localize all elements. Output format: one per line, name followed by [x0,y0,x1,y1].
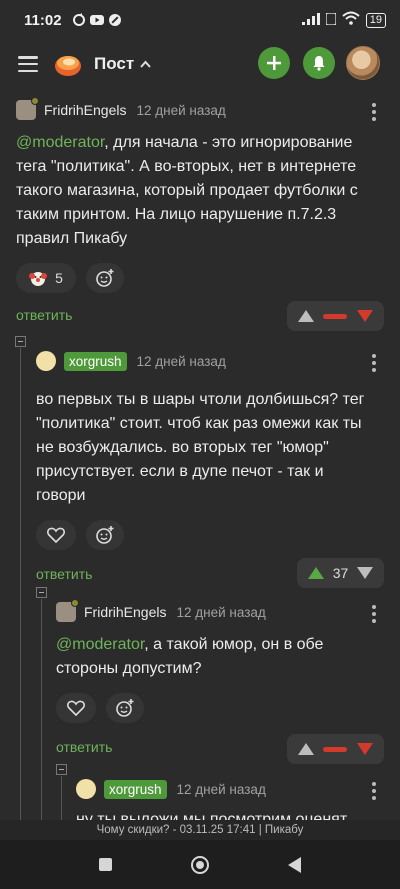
system-nav-bar [0,840,400,889]
mention-link[interactable]: @moderator [56,636,144,653]
recents-button[interactable] [99,858,113,871]
upvote-button[interactable] [307,567,324,579]
add-reaction-button[interactable] [86,520,124,550]
avatar[interactable] [56,599,79,622]
comment-text: @moderator, для начала - это игнорирован… [16,134,358,247]
hd-icon [325,11,337,29]
vote-score: 37 [332,565,349,581]
heart-icon [67,700,85,716]
avatar[interactable] [76,779,96,799]
vote-box [287,301,384,331]
more-options-icon[interactable] [372,782,376,800]
add-emoji-icon [96,269,114,287]
vote-box [287,734,384,764]
like-button[interactable] [36,520,76,550]
add-reaction-button[interactable] [106,693,144,723]
collapse-thread-button[interactable] [36,587,47,598]
reply-link[interactable]: ответить [36,566,92,582]
plus-icon [267,56,281,70]
battery-icon: 19 [365,12,386,28]
add-post-button[interactable] [258,47,290,79]
comment: xorgrush 12 дней назад во первых ты в ша… [0,350,400,594]
pikabu-logo[interactable] [54,50,82,78]
bell-icon [313,56,325,71]
status-time: 11:02 [24,11,62,29]
sync-icon [72,13,86,27]
vote-indicator [323,313,348,319]
no-disturb-icon [108,13,122,27]
comment-header: FridrihEngels 12 дней назад [16,97,400,121]
comment: FridrihEngels 12 дней назад @moderator, … [0,599,400,767]
more-options-icon[interactable] [372,605,376,623]
page-title[interactable]: Пост [94,54,134,74]
home-button[interactable] [190,855,209,874]
comment: FridrihEngels 12 дней назад @moderator, … [0,97,400,337]
reaction-row [36,520,400,550]
more-options-icon[interactable] [372,103,376,121]
comment: xorgrush 12 дней назад [0,778,400,800]
comment-text: во первых ты в шары чтоли долбишься? тег… [36,391,365,504]
signal-icon [301,12,320,29]
post-footer-bar[interactable]: Чому скидки? - 03.11.25 17:41 | Пикабу [0,820,400,840]
comment-author[interactable]: FridrihEngels [84,604,166,620]
status-bar: 11:02 19 [0,0,400,40]
back-button[interactable] [287,856,301,873]
like-button[interactable] [56,693,96,723]
collapse-thread-button[interactable] [15,336,26,347]
comment-author[interactable]: xorgrush [104,779,167,799]
youtube-icon [89,13,104,27]
wifi-icon [342,11,360,29]
reply-link[interactable]: ответить [56,739,112,755]
heart-icon [47,527,65,543]
vote-indicator [323,746,348,752]
comment-header: FridrihEngels 12 дней назад [56,599,400,623]
app-bar: Пост [0,40,400,88]
chevron-up-icon[interactable] [140,57,151,71]
comment-author[interactable]: FridrihEngels [44,102,126,118]
notifications-button[interactable] [303,47,335,79]
comment-time[interactable]: 12 дней назад [136,103,225,118]
upvote-button[interactable] [297,310,314,322]
reaction-row: 5 [16,263,400,293]
comment-text: @moderator, а такой юмор, он в обе сторо… [56,636,324,677]
user-avatar[interactable] [346,46,380,80]
mention-link[interactable]: @moderator [16,134,104,151]
downvote-button[interactable] [357,567,374,579]
comment-header: xorgrush 12 дней назад [76,778,400,800]
avatar[interactable] [16,97,39,120]
comment-time[interactable]: 12 дней назад [176,605,265,620]
comment-text: ну ты выложи мы посмотрим оценят [76,811,348,820]
vote-box: 37 [297,558,384,588]
reaction-row [56,693,400,723]
more-options-icon[interactable] [372,354,376,372]
upvote-button[interactable] [297,743,314,755]
collapse-thread-button[interactable] [56,764,67,775]
reply-link[interactable]: ответить [16,307,72,323]
add-reaction-button[interactable] [86,263,124,293]
add-emoji-icon [116,699,134,717]
avatar[interactable] [36,351,56,371]
comment-author[interactable]: xorgrush [64,351,127,371]
reaction-clown[interactable]: 5 [16,263,76,293]
menu-icon[interactable] [18,56,38,72]
downvote-button[interactable] [357,743,374,755]
downvote-button[interactable] [357,310,374,322]
comment-header: xorgrush 12 дней назад [36,350,400,372]
add-emoji-icon [96,526,114,544]
comment-time[interactable]: 12 дней назад [137,354,226,369]
reaction-count: 5 [55,270,63,286]
comment-time[interactable]: 12 дней назад [177,782,266,797]
clown-emoji-icon [29,272,48,286]
